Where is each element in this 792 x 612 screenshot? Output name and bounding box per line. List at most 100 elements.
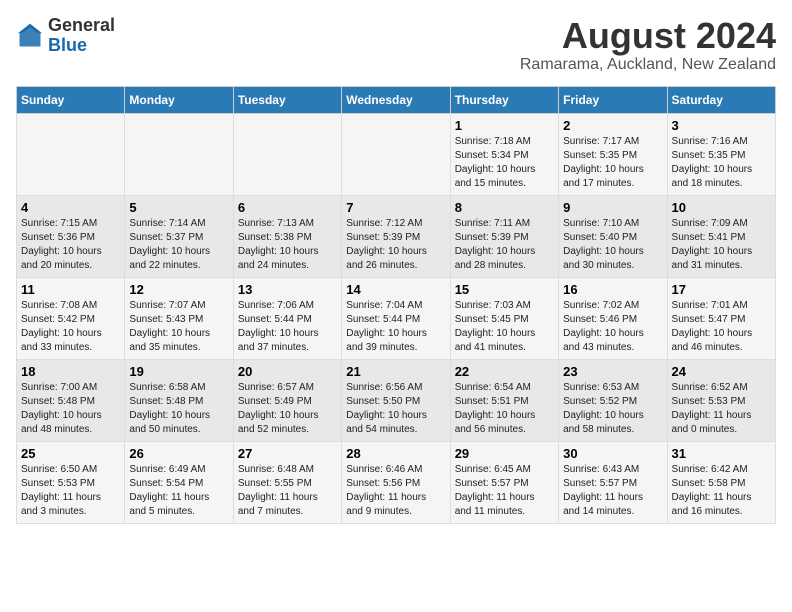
day-number: 23 [563, 364, 662, 379]
calendar-cell: 1 Sunrise: 7:18 AM Sunset: 5:34 PM Daylig… [450, 113, 558, 195]
day-info: Sunrise: 7:06 AM Sunset: 5:44 PM Dayligh… [238, 299, 337, 355]
calendar-cell: 20 Sunrise: 6:57 AM Sunset: 5:49 PM Dayli… [233, 359, 341, 441]
day-info: Sunrise: 6:56 AM Sunset: 5:50 PM Dayligh… [346, 381, 445, 437]
calendar-cell: 21 Sunrise: 6:56 AM Sunset: 5:50 PM Dayli… [342, 359, 450, 441]
calendar-cell [17, 113, 125, 195]
logo-icon [16, 22, 44, 50]
calendar-cell [342, 113, 450, 195]
day-number: 19 [129, 364, 228, 379]
calendar-cell: 30 Sunrise: 6:43 AM Sunset: 5:57 PM Dayli… [559, 441, 667, 523]
day-number: 13 [238, 282, 337, 297]
title-block: August 2024 Ramarama, Auckland, New Zeal… [520, 16, 776, 74]
calendar-cell: 5 Sunrise: 7:14 AM Sunset: 5:37 PM Daylig… [125, 195, 233, 277]
header-day-sunday: Sunday [17, 86, 125, 113]
header-day-monday: Monday [125, 86, 233, 113]
calendar-cell: 27Sunrise: 6:48 AM Sunset: 5:55 PM Dayli… [233, 441, 341, 523]
day-number: 28 [346, 446, 445, 461]
day-info: Sunrise: 6:42 AM Sunset: 5:58 PM Dayligh… [672, 463, 771, 519]
calendar-table: SundayMondayTuesdayWednesdayThursdayFrid… [16, 86, 776, 524]
day-number: 9 [563, 200, 662, 215]
logo-text: General Blue [48, 16, 115, 56]
day-number: 26 [129, 446, 228, 461]
calendar-cell: 10 Sunrise: 7:09 AM Sunset: 5:41 PM Dayli… [667, 195, 775, 277]
calendar-header-row: SundayMondayTuesdayWednesdayThursdayFrid… [17, 86, 776, 113]
calendar-cell: 24 Sunrise: 6:52 AM Sunset: 5:53 PM Dayli… [667, 359, 775, 441]
calendar-cell: 16Sunrise: 7:02 AM Sunset: 5:46 PM Dayli… [559, 277, 667, 359]
calendar-cell [125, 113, 233, 195]
day-number: 11 [21, 282, 120, 297]
day-number: 17 [672, 282, 771, 297]
day-info: Sunrise: 7:07 AM Sunset: 5:43 PM Dayligh… [129, 299, 228, 355]
calendar-cell: 25Sunrise: 6:50 AM Sunset: 5:53 PM Dayli… [17, 441, 125, 523]
calendar-cell: 23 Sunrise: 6:53 AM Sunset: 5:52 PM Dayli… [559, 359, 667, 441]
header-day-thursday: Thursday [450, 86, 558, 113]
header-day-saturday: Saturday [667, 86, 775, 113]
day-info: Sunrise: 7:12 AM Sunset: 5:39 PM Dayligh… [346, 217, 445, 273]
day-number: 6 [238, 200, 337, 215]
week-row-4: 18 Sunrise: 7:00 AM Sunset: 5:48 PM Dayli… [17, 359, 776, 441]
calendar-cell: 18 Sunrise: 7:00 AM Sunset: 5:48 PM Dayli… [17, 359, 125, 441]
calendar-cell [233, 113, 341, 195]
calendar-cell: 13 Sunrise: 7:06 AM Sunset: 5:44 PM Dayli… [233, 277, 341, 359]
day-number: 15 [455, 282, 554, 297]
calendar-cell: 14Sunrise: 7:04 AM Sunset: 5:44 PM Dayli… [342, 277, 450, 359]
day-info: Sunrise: 6:52 AM Sunset: 5:53 PM Dayligh… [672, 381, 771, 437]
day-info: Sunrise: 6:50 AM Sunset: 5:53 PM Dayligh… [21, 463, 120, 519]
day-info: Sunrise: 7:00 AM Sunset: 5:48 PM Dayligh… [21, 381, 120, 437]
calendar-cell: 2 Sunrise: 7:17 AM Sunset: 5:35 PM Daylig… [559, 113, 667, 195]
day-info: Sunrise: 7:17 AM Sunset: 5:35 PM Dayligh… [563, 135, 662, 191]
day-info: Sunrise: 6:43 AM Sunset: 5:57 PM Dayligh… [563, 463, 662, 519]
calendar-cell: 29Sunrise: 6:45 AM Sunset: 5:57 PM Dayli… [450, 441, 558, 523]
day-info: Sunrise: 6:54 AM Sunset: 5:51 PM Dayligh… [455, 381, 554, 437]
day-number: 7 [346, 200, 445, 215]
day-number: 2 [563, 118, 662, 133]
day-info: Sunrise: 6:53 AM Sunset: 5:52 PM Dayligh… [563, 381, 662, 437]
day-info: Sunrise: 7:13 AM Sunset: 5:38 PM Dayligh… [238, 217, 337, 273]
day-info: Sunrise: 7:03 AM Sunset: 5:45 PM Dayligh… [455, 299, 554, 355]
day-info: Sunrise: 7:15 AM Sunset: 5:36 PM Dayligh… [21, 217, 120, 273]
day-info: Sunrise: 7:02 AM Sunset: 5:46 PM Dayligh… [563, 299, 662, 355]
calendar-cell: 22 Sunrise: 6:54 AM Sunset: 5:51 PM Dayli… [450, 359, 558, 441]
day-number: 21 [346, 364, 445, 379]
calendar-cell: 28 Sunrise: 6:46 AM Sunset: 5:56 PM Dayli… [342, 441, 450, 523]
calendar-cell: 11 Sunrise: 7:08 AM Sunset: 5:42 PM Dayli… [17, 277, 125, 359]
header-day-tuesday: Tuesday [233, 86, 341, 113]
calendar-cell: 3 Sunrise: 7:16 AM Sunset: 5:35 PM Daylig… [667, 113, 775, 195]
day-number: 10 [672, 200, 771, 215]
day-info: Sunrise: 7:09 AM Sunset: 5:41 PM Dayligh… [672, 217, 771, 273]
day-number: 24 [672, 364, 771, 379]
calendar-cell: 15 Sunrise: 7:03 AM Sunset: 5:45 PM Dayli… [450, 277, 558, 359]
day-info: Sunrise: 6:46 AM Sunset: 5:56 PM Dayligh… [346, 463, 445, 519]
day-info: Sunrise: 7:11 AM Sunset: 5:39 PM Dayligh… [455, 217, 554, 273]
day-info: Sunrise: 7:18 AM Sunset: 5:34 PM Dayligh… [455, 135, 554, 191]
header-day-wednesday: Wednesday [342, 86, 450, 113]
calendar-cell: 7 Sunrise: 7:12 AM Sunset: 5:39 PM Daylig… [342, 195, 450, 277]
day-info: Sunrise: 7:16 AM Sunset: 5:35 PM Dayligh… [672, 135, 771, 191]
day-number: 3 [672, 118, 771, 133]
calendar-cell: 12Sunrise: 7:07 AM Sunset: 5:43 PM Dayli… [125, 277, 233, 359]
day-info: Sunrise: 6:57 AM Sunset: 5:49 PM Dayligh… [238, 381, 337, 437]
day-number: 5 [129, 200, 228, 215]
calendar-cell: 17Sunrise: 7:01 AM Sunset: 5:47 PM Dayli… [667, 277, 775, 359]
calendar-cell: 19 Sunrise: 6:58 AM Sunset: 5:48 PM Dayli… [125, 359, 233, 441]
day-number: 22 [455, 364, 554, 379]
week-row-1: 1 Sunrise: 7:18 AM Sunset: 5:34 PM Daylig… [17, 113, 776, 195]
day-number: 31 [672, 446, 771, 461]
week-row-2: 4Sunrise: 7:15 AM Sunset: 5:36 PM Daylig… [17, 195, 776, 277]
day-info: Sunrise: 6:49 AM Sunset: 5:54 PM Dayligh… [129, 463, 228, 519]
day-info: Sunrise: 6:58 AM Sunset: 5:48 PM Dayligh… [129, 381, 228, 437]
subtitle: Ramarama, Auckland, New Zealand [520, 56, 776, 74]
main-title: August 2024 [520, 16, 776, 56]
week-row-5: 25Sunrise: 6:50 AM Sunset: 5:53 PM Dayli… [17, 441, 776, 523]
day-number: 18 [21, 364, 120, 379]
day-number: 1 [455, 118, 554, 133]
calendar-cell: 8Sunrise: 7:11 AM Sunset: 5:39 PM Daylig… [450, 195, 558, 277]
day-number: 30 [563, 446, 662, 461]
day-number: 20 [238, 364, 337, 379]
calendar-cell: 4Sunrise: 7:15 AM Sunset: 5:36 PM Daylig… [17, 195, 125, 277]
week-row-3: 11 Sunrise: 7:08 AM Sunset: 5:42 PM Dayli… [17, 277, 776, 359]
day-info: Sunrise: 7:08 AM Sunset: 5:42 PM Dayligh… [21, 299, 120, 355]
day-info: Sunrise: 7:14 AM Sunset: 5:37 PM Dayligh… [129, 217, 228, 273]
day-info: Sunrise: 6:45 AM Sunset: 5:57 PM Dayligh… [455, 463, 554, 519]
day-number: 27 [238, 446, 337, 461]
